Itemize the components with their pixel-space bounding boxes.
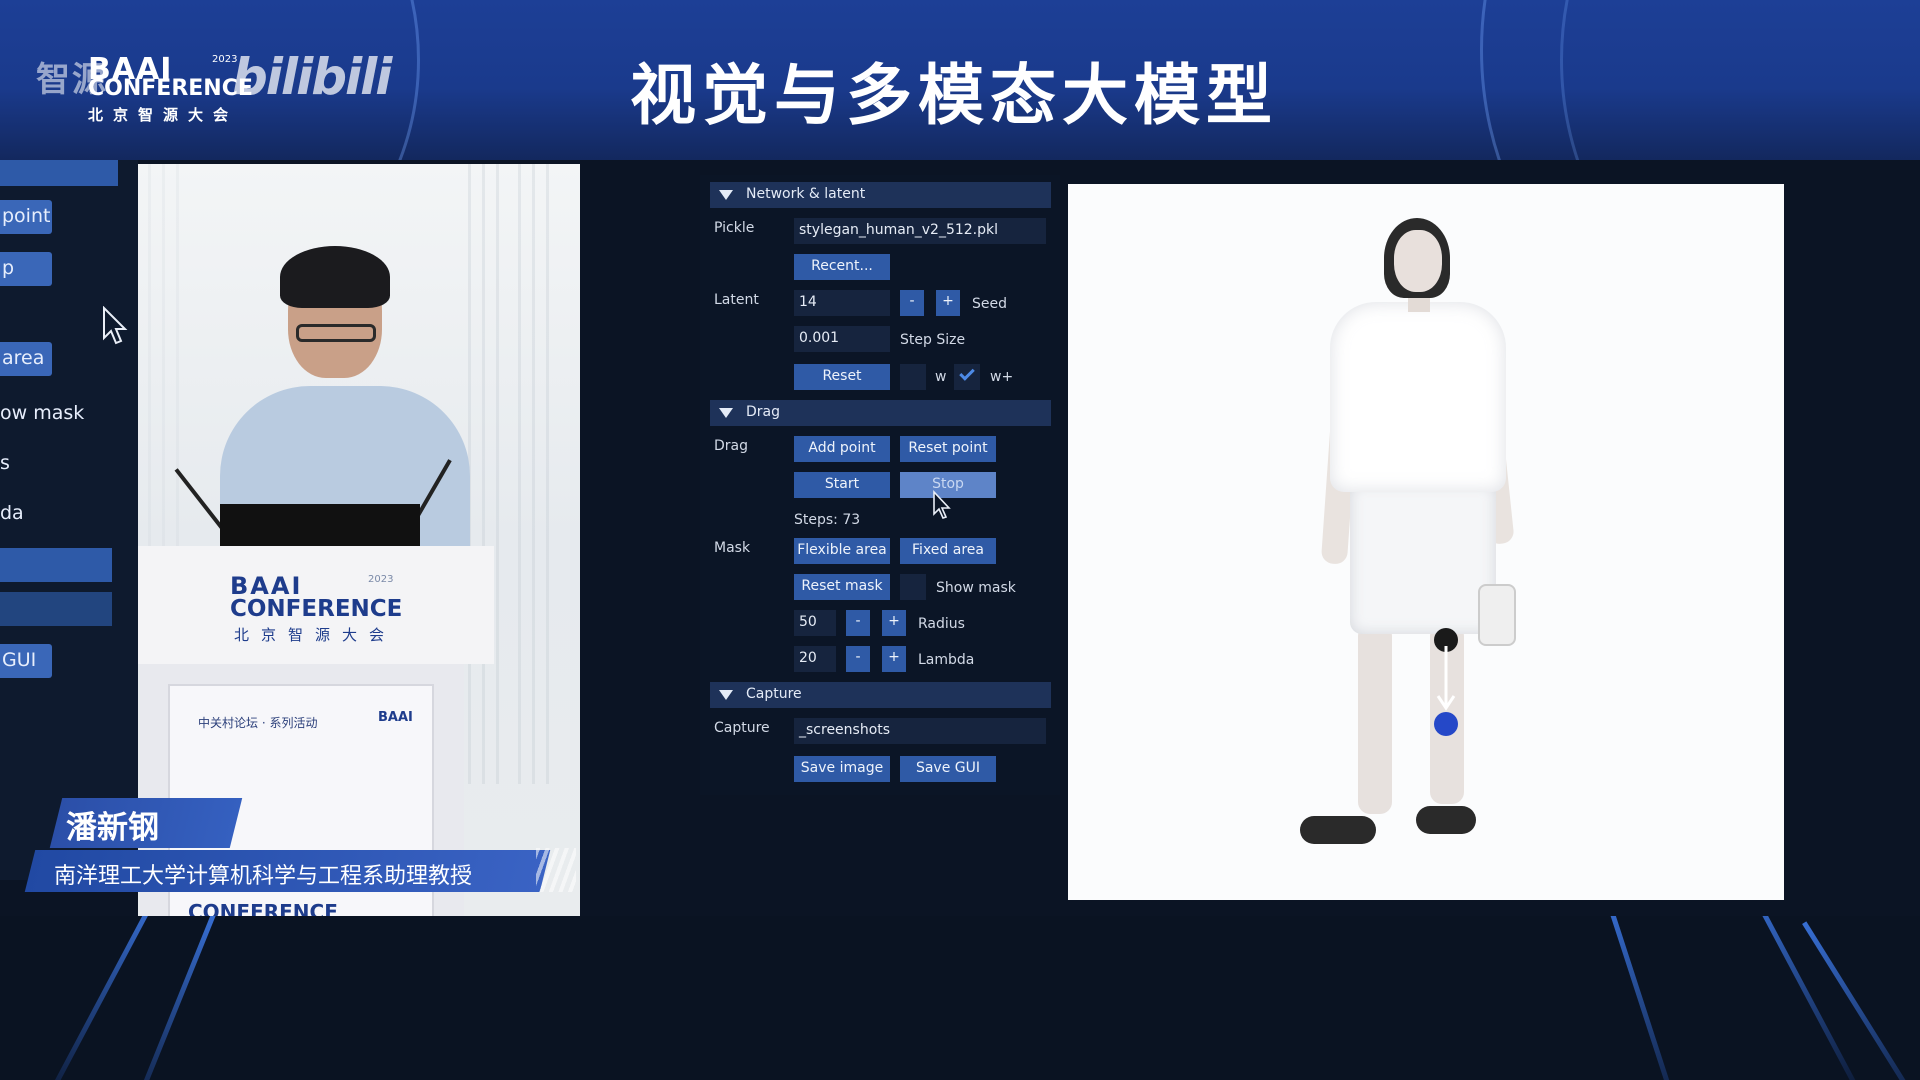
collapse-triangle-icon (719, 408, 733, 418)
lower-third-stripes (536, 848, 576, 892)
save-image-button[interactable]: Save image (794, 756, 890, 782)
drag-arrow-icon (1436, 646, 1456, 711)
section-drag-title: Drag (746, 404, 781, 420)
podium-panel-left-text: 中关村论坛 · 系列活动 (198, 716, 318, 730)
cropped-button-gui[interactable]: GUI (0, 644, 52, 678)
collapse-triangle-icon (719, 190, 733, 200)
cropped-gui-strip: point p area ow mask s da GUI (0, 160, 138, 880)
pickle-label: Pickle (714, 220, 755, 236)
radius-label: Radius (918, 616, 965, 632)
conference-header: 智源 bilibili BAAI CONFERENCE 2023 北京智源大会 … (0, 0, 1920, 160)
checkmark-icon (959, 365, 975, 381)
recent-button[interactable]: Recent... (794, 254, 890, 280)
section-drag-header[interactable]: Drag (710, 400, 1051, 426)
step-size-label: Step Size (900, 332, 966, 348)
w-checkbox[interactable] (900, 364, 926, 390)
w-label: w (935, 369, 947, 385)
decorative-streak (48, 916, 157, 1080)
cropped-button-area[interactable]: area (0, 342, 52, 376)
generated-image-canvas[interactable] (1068, 184, 1784, 900)
cropped-button-p[interactable]: p (0, 252, 52, 286)
step-size-input[interactable]: 0.001 (794, 326, 890, 352)
drag-label: Drag (714, 438, 749, 454)
capture-label: Capture (714, 720, 770, 736)
show-mask-checkbox[interactable] (900, 574, 926, 600)
speaker-hair (280, 246, 390, 308)
decorative-arc (1560, 0, 1920, 160)
radius-plus-button[interactable]: + (882, 610, 906, 636)
cropped-section-bar (0, 160, 118, 186)
cropped-field (0, 592, 112, 626)
logo-cn-sub: 北京智源大会 (88, 106, 239, 124)
add-point-button[interactable]: Add point (794, 436, 890, 462)
latent-seed-input[interactable]: 14 (794, 290, 890, 316)
start-button[interactable]: Start (794, 472, 890, 498)
mask-label: Mask (714, 540, 751, 556)
section-capture-title: Capture (746, 686, 802, 702)
podium-logo-conference: CONFERENCE (230, 596, 403, 622)
cropped-button-point[interactable]: point (0, 200, 52, 234)
reset-point-button[interactable]: Reset point (900, 436, 996, 462)
speaker-glasses (296, 324, 376, 342)
decorative-streak (128, 916, 217, 1080)
radius-input[interactable]: 50 (794, 610, 836, 636)
cropped-text-lambda: da (0, 502, 24, 524)
steps-counter: Steps: 73 (794, 512, 861, 528)
speaker-role: 南洋理工大学计算机科学与工程系助理教授 (54, 864, 473, 889)
reset-mask-button[interactable]: Reset mask (794, 574, 890, 600)
background-curtain (468, 164, 508, 784)
cropped-section-bar (0, 548, 112, 582)
speaker-name: 潘新钢 (66, 810, 159, 846)
background-curtain (518, 164, 558, 784)
seed-plus-button[interactable]: + (936, 290, 960, 316)
seed-minus-button[interactable]: - (900, 290, 924, 316)
decorative-streak (1802, 921, 1920, 1080)
podium-logo-cn: 北京智源大会 (234, 626, 397, 644)
mouse-cursor-icon (933, 490, 951, 519)
page-title: 视觉与多模态大模型 (630, 57, 1278, 134)
flexible-area-button[interactable]: Flexible area (794, 538, 890, 564)
bilibili-watermark: bilibili (232, 48, 392, 106)
mouse-cursor-icon (103, 306, 128, 345)
lambda-minus-button[interactable]: - (846, 646, 870, 672)
capture-path-input[interactable]: _screenshots (794, 718, 1046, 744)
podium-panel-right-text: BAAI (378, 710, 413, 725)
decorative-streak (1606, 916, 1679, 1080)
conference-logo: 智源 bilibili BAAI CONFERENCE 2023 北京智源大会 (36, 48, 392, 128)
fixed-area-button[interactable]: Fixed area (900, 538, 996, 564)
w-plus-label: w+ (990, 369, 1014, 385)
reset-button[interactable]: Reset (794, 364, 890, 390)
w-plus-checkbox[interactable] (954, 364, 980, 390)
section-network-title: Network & latent (746, 186, 866, 202)
collapse-triangle-icon (719, 690, 733, 700)
podium-bottom-text: CONFERENCE (188, 900, 338, 916)
seed-label: Seed (972, 296, 1007, 312)
radius-minus-button[interactable]: - (846, 610, 870, 636)
section-network-header[interactable]: Network & latent (710, 182, 1051, 208)
latent-label: Latent (714, 292, 759, 308)
lambda-plus-button[interactable]: + (882, 646, 906, 672)
lambda-label: Lambda (918, 652, 975, 668)
save-gui-button[interactable]: Save GUI (900, 756, 996, 782)
lambda-input[interactable]: 20 (794, 646, 836, 672)
pickle-input[interactable]: stylegan_human_v2_512.pkl (794, 218, 1046, 244)
logo-conference: CONFERENCE (88, 76, 253, 101)
cropped-text-radius: s (0, 452, 10, 474)
podium-year: 2023 (368, 574, 394, 585)
logo-year: 2023 (212, 54, 238, 65)
cropped-text-show-mask: ow mask (0, 402, 85, 424)
stage-footer (0, 916, 1920, 1080)
show-mask-label: Show mask (936, 580, 1016, 596)
decorative-streak (1748, 916, 1857, 1080)
section-capture-header[interactable]: Capture (710, 682, 1051, 708)
